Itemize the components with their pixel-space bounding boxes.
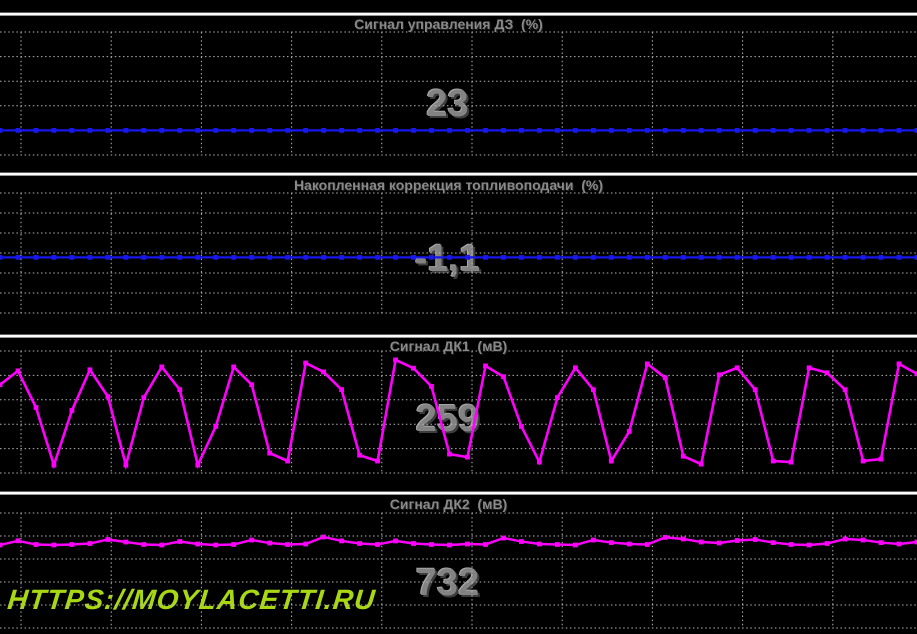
- site-watermark: HTTPS://MOYLACETTI.RU: [6, 584, 378, 615]
- chart-title-dk2: Сигнал ДК2 (мВ): [389, 496, 508, 512]
- current-value-fuel-trim: -1,1: [414, 238, 481, 280]
- chart-title-fuel-trim: Накопленная коррекция топливоподачи (%): [293, 177, 604, 193]
- oscilloscope-screen: 23 -1,1 259 732 HTTPS://MOYLACETTI.RU Си…: [0, 0, 917, 634]
- panel-separator: [0, 172, 917, 176]
- chart-title-dk1: Сигнал ДК1 (мВ): [389, 338, 508, 354]
- panel-separator: [0, 491, 917, 495]
- current-value-dz: 23: [426, 83, 469, 125]
- chart-title-dz: Сигнал управления ДЗ (%): [354, 16, 543, 32]
- current-value-dk1: 259: [415, 398, 480, 440]
